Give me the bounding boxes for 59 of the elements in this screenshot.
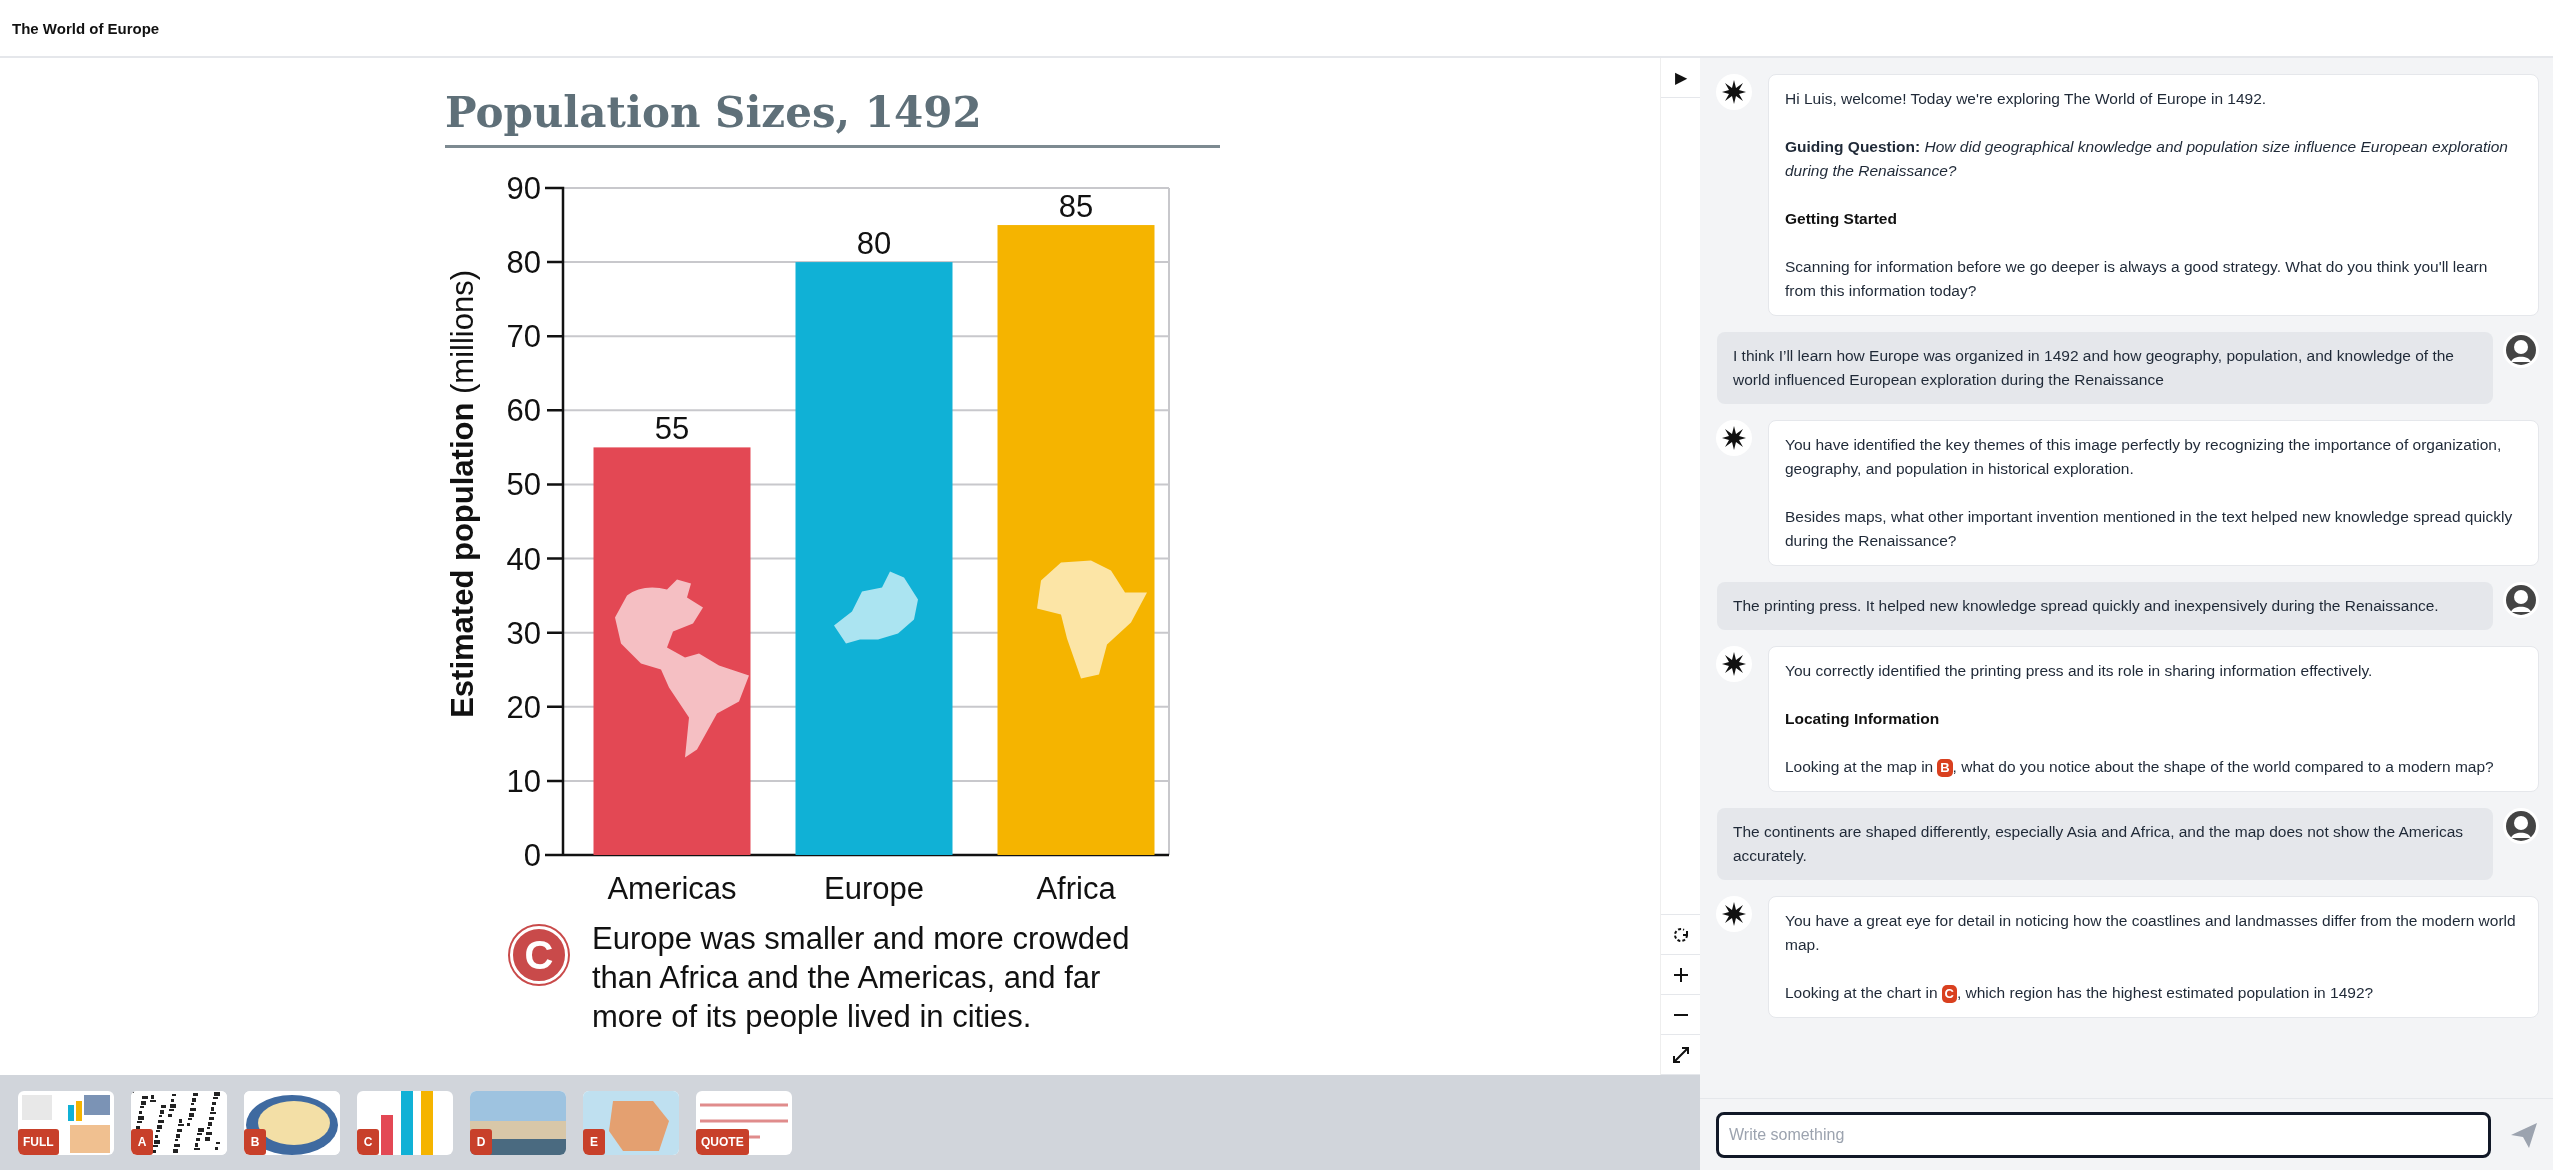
message-input[interactable]: Write something [1716, 1111, 2491, 1158]
message-text: The printing press. It helped new knowledge spread quickly and inexpensively during the Renaissance. [1733, 596, 2440, 616]
image-thumbnail[interactable]: B [244, 1090, 340, 1155]
star-icon [1722, 902, 1746, 926]
continent-silhouette-icon [834, 571, 918, 644]
zoom-in-icon [1672, 965, 1690, 984]
y-tick-label: 0 [523, 838, 541, 873]
message-text: Scanning for information before we go deeper is always a good strategy. What do you think you'll learn from this information today? [1785, 257, 2489, 301]
y-tick-label: 10 [506, 763, 541, 799]
image-thumbnail[interactable]: QUOTE [696, 1090, 792, 1155]
y-tick-label: 40 [506, 541, 541, 577]
message-text: I think I’ll learn how Europe was organized in 1492 and how geography, population, and knowledge of the world influenced European exploration during the Renaissance [1733, 346, 2455, 390]
user-avatar-icon [2506, 335, 2536, 365]
figure-badge[interactable]: C [1941, 985, 1957, 1003]
y-tick-label: 90 [506, 171, 541, 206]
x-category-label: Europe [824, 871, 924, 906]
app-title: The World of Europe [12, 19, 160, 37]
y-tick-label: 50 [506, 467, 541, 503]
message-text: Guiding Question: How did geographical knowledge and population size influence European exploration during the Renaissance? [1785, 137, 2509, 181]
message-text: You have identified the key themes of this image perfectly by recognizing the importance of organization, geography, and population in historical exploration. [1785, 435, 2503, 479]
bar-value-label: 55 [654, 411, 690, 447]
figure-badge[interactable]: B [1937, 759, 1953, 777]
figure-badge: C [510, 926, 568, 984]
message-text: Looking at the map in B , what do you notice about the shape of the world compared to a modern map? [1785, 757, 2495, 779]
star-icon [1722, 426, 1746, 450]
zoom-out-icon [1674, 1013, 1688, 1016]
y-tick-label: 70 [506, 319, 541, 355]
x-category-label: Africa [1036, 871, 1116, 906]
y-tick-label: 60 [506, 393, 541, 429]
continent-silhouette-icon [1037, 560, 1147, 679]
user-avatar-icon [2506, 811, 2536, 841]
message-text: Looking at the chart in C , which region has the highest estimated population in 1492? [1785, 983, 2375, 1005]
star-icon [1722, 652, 1746, 676]
star-icon [1722, 80, 1746, 104]
message-text: Besides maps, what other important invention mentioned in the text helped new knowledge spread quickly during the Renaissance? [1785, 507, 2514, 551]
image-thumbnail[interactable]: D [470, 1090, 566, 1155]
bar-value-label: 85 [1058, 189, 1094, 225]
image-thumbnail[interactable]: FULL [18, 1090, 114, 1155]
image-thumbnail[interactable]: C [357, 1090, 453, 1155]
continent-silhouette-icon [615, 579, 749, 758]
image-thumbnail[interactable]: E [583, 1090, 679, 1155]
figure-caption: Europe was smaller and more crowded than Africa and the Americas, and far more of its people lived in cities. [592, 920, 1131, 1036]
y-tick-label: 20 [506, 689, 541, 725]
chart-title: Population Sizes, 1492 [445, 88, 1220, 148]
message-text: You have a great eye for detail in noticing how the coastlines and landmasses differ from the modern world map. [1785, 911, 2517, 955]
image-thumbnail[interactable]: A [131, 1090, 227, 1155]
expand-icon [1672, 1045, 1690, 1064]
reload-icon [1672, 925, 1690, 944]
y-tick-label: 30 [506, 615, 541, 651]
user-avatar-icon [2506, 585, 2536, 615]
message-text: You correctly identified the printing press and its role in sharing information effectively. [1785, 661, 2374, 681]
x-category-label: Americas [607, 871, 737, 906]
section-heading: Getting Started [1785, 209, 1898, 229]
bar-value-label: 80 [856, 226, 892, 262]
y-tick-label: 80 [506, 245, 541, 281]
y-axis-label: Estimated population (millions) [445, 270, 481, 718]
section-heading: Locating Information [1785, 709, 1941, 729]
message-text: Hi Luis, welcome! Today we're exploring The World of Europe in 1492. [1785, 89, 2268, 109]
message-text: The continents are shaped differently, especially Asia and Africa, and the map does not show the Americas accurately. [1733, 822, 2465, 866]
